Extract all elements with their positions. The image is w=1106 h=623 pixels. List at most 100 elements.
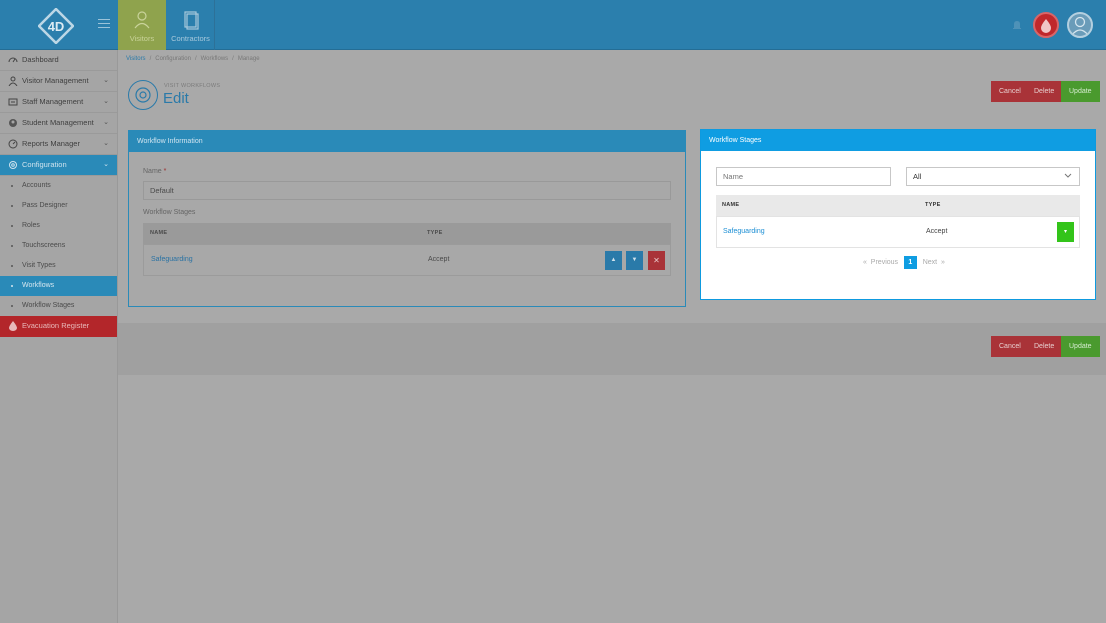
sidebar-item-label: Visitor Management [22,76,89,85]
chevron-down-icon: ⌄ [103,98,109,105]
sidebar-item-student-management[interactable]: Student Management ⌄ [0,113,117,134]
table-row: Safeguarding Accept ▲ ▼ ✕ [143,244,671,276]
pager-next-arrow[interactable]: » [941,259,945,266]
4d-logo[interactable]: 4D [38,8,74,44]
update-button[interactable]: Update [1061,81,1100,102]
sidebar-sub-roles[interactable]: Roles [0,216,117,236]
sidebar-sub-label: Touchscreens [22,242,66,249]
move-down-button[interactable]: ▼ [626,251,643,270]
sidebar-item-label: Staff Management [22,97,84,106]
update-button[interactable]: Update [1061,336,1100,357]
top-bar: 4D Visitors Contractors [0,0,1106,50]
svg-text:4D: 4D [48,19,65,34]
dashboard-icon [8,57,18,63]
pager-next[interactable]: Next [923,259,937,266]
page-subtitle: VISIT WORKFLOWS [164,83,221,89]
sidebar-item-visitor-management[interactable]: Visitor Management ⌄ [0,71,117,92]
person-icon [8,76,18,86]
workflow-information-panel: Workflow Information Name * Default Work… [128,130,686,307]
stage-type: Accept [926,228,948,235]
student-icon [9,119,17,127]
nav-visitors[interactable]: Visitors [118,0,166,50]
column-type: TYPE [925,202,941,208]
sidebar-sub-accounts[interactable]: Accounts [0,176,117,196]
remove-stage-button[interactable]: ✕ [648,251,665,270]
breadcrumb-manage: Manage [237,56,260,62]
sidebar-item-configuration[interactable]: Configuration ⌄ [0,155,117,176]
chevron-down-icon: ⌄ [103,77,109,84]
sidebar-sub-visit-types[interactable]: Visit Types [0,256,117,276]
pager-prev-arrow[interactable]: « [863,259,867,266]
stage-name-link[interactable]: Safeguarding [723,217,765,247]
page-icon [128,80,158,110]
pager-previous[interactable]: Previous [871,259,898,266]
sidebar-item-label: Reports Manager [22,139,80,148]
sidebar-item-reports-manager[interactable]: Reports Manager ⌄ [0,134,117,155]
breadcrumb-configuration[interactable]: Configuration [155,56,191,62]
sidebar-item-evacuation-register[interactable]: Evacuation Register [0,316,117,337]
stage-type: Accept [428,256,450,263]
stages-table-header: NAME TYPE [716,195,1080,216]
gear-icon [135,87,151,103]
stages-table-header: NAME TYPE [143,223,671,244]
sidebar-item-label: Dashboard [22,55,59,64]
breadcrumb-workflows[interactable]: Workflows [201,56,229,62]
delete-button[interactable]: Delete [1026,81,1063,102]
sidebar-sub-label: Pass Designer [22,202,68,209]
visitor-icon [134,11,150,29]
nav-visitors-label: Visitors [129,34,155,43]
sidebar-item-label: Evacuation Register [22,321,90,330]
stage-search-input[interactable] [716,167,891,186]
column-name: NAME [150,230,168,236]
table-row: Safeguarding Accept ▾ [716,216,1080,248]
workflow-stages-panel: Workflow Stages All NAME TYPE Safeguardi… [700,129,1096,300]
sidebar-sub-label: Workflows [22,282,55,289]
sidebar-sub-label: Visit Types [22,262,56,269]
stage-type-select[interactable]: All [906,167,1080,186]
name-label: Name * [143,168,167,175]
select-value: All [913,172,922,181]
page-title: Edit [163,90,189,107]
chevron-down-icon [1064,173,1072,178]
sidebar-sub-touchscreens[interactable]: Touchscreens [0,236,117,256]
cancel-button[interactable]: Cancel [991,336,1029,357]
pager-current-page[interactable]: 1 [903,256,917,269]
reports-icon [8,139,18,149]
workflow-stages-label: Workflow Stages [143,209,196,216]
evacuation-button[interactable] [1033,12,1059,38]
cancel-button[interactable]: Cancel [991,81,1029,102]
drop-icon [9,321,17,331]
panel-header: Workflow Stages [701,130,1095,151]
chevron-down-icon: ⌄ [103,119,109,126]
stage-name-link[interactable]: Safeguarding [151,245,193,275]
pagination: « Previous 1 Next » [863,256,945,269]
sidebar-item-label: Configuration [22,160,67,169]
user-avatar[interactable] [1067,12,1093,38]
user-icon [1071,16,1089,36]
panel-header: Workflow Information [129,131,685,152]
nav-contractors[interactable]: Contractors [167,0,215,50]
sidebar-sub-pass-designer[interactable]: Pass Designer [0,196,117,216]
sidebar-item-staff-management[interactable]: Staff Management ⌄ [0,92,117,113]
sidebar-sub-label: Roles [22,222,40,229]
nav-contractors-label: Contractors [171,34,210,43]
add-stage-button[interactable]: ▾ [1057,222,1074,242]
bell-icon[interactable] [1011,19,1023,31]
sidebar-sub-label: Workflow Stages [22,302,75,309]
sidebar-sub-workflows[interactable]: Workflows [0,276,117,296]
breadcrumb-visitors[interactable]: Visitors [126,56,146,62]
gear-icon [9,161,17,169]
document-icon [183,11,199,30]
sidebar-item-dashboard[interactable]: Dashboard [0,50,117,71]
chevron-down-icon: ⌄ [103,161,109,168]
move-up-button[interactable]: ▲ [605,251,622,270]
menu-toggle-icon[interactable] [98,19,110,29]
name-input[interactable]: Default [143,181,671,200]
chevron-down-icon: ⌄ [103,140,109,147]
sidebar-sub-label: Accounts [22,182,51,189]
sidebar-sub-workflow-stages[interactable]: Workflow Stages [0,296,117,316]
bottom-action-bar [118,323,1106,375]
sidebar-item-label: Student Management [22,118,94,127]
sidebar: Dashboard Visitor Management ⌄ Staff Man… [0,50,118,623]
delete-button[interactable]: Delete [1026,336,1063,357]
